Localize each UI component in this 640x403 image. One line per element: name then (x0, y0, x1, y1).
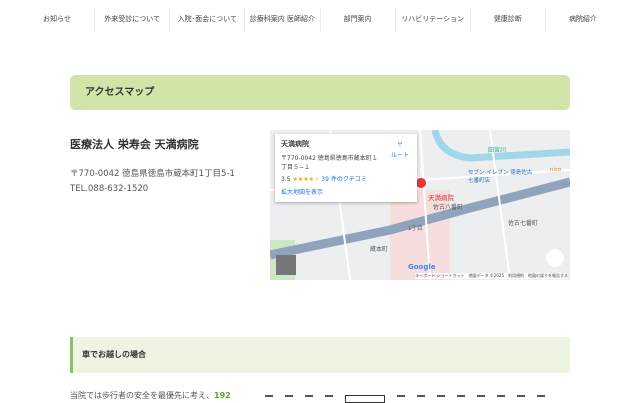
text: 当院では歩行者の安全を最優先に考え、 (70, 391, 214, 400)
google-logo: Google (408, 263, 436, 271)
place-address: 〒770-0042 徳島県徳島市蔵本町１丁目５−１ (281, 155, 378, 171)
nav-outpatient[interactable]: 外来受診について (94, 8, 169, 32)
road-diagram (265, 395, 545, 403)
nav-about[interactable]: 病院紹介 (544, 8, 620, 32)
nav-rehab[interactable]: リハビリテーション (394, 8, 470, 32)
nav-checkup[interactable]: 健康診断 (469, 8, 545, 32)
route-label: ルート (390, 152, 409, 159)
map-label: 佐古八番町 (433, 204, 464, 211)
directions-icon: ⑂ (397, 140, 403, 150)
car-access-text: 当院では歩行者の安全を最優先に考え、192 (70, 390, 231, 401)
map-label: 佐古七番町 (508, 220, 539, 227)
address: 〒770-0042 徳島県徳島市蔵本町1丁目5-1 (70, 169, 235, 179)
route-number: 192 (214, 391, 231, 400)
org-name: 医療法人 栄寿会 天満病院 (70, 138, 199, 151)
place-card: 天満病院 〒770-0042 徳島県徳島市蔵本町１丁目５−１ 3.5 ★★★★☆… (275, 134, 417, 202)
map-label: 田宮川 (488, 147, 507, 154)
nav-divisions[interactable]: 部門案内 (319, 8, 395, 32)
pin-label: 天満病院 (428, 194, 454, 202)
nav-news[interactable]: お知らせ (20, 8, 94, 32)
rating: 3.5 (281, 176, 291, 183)
nav-inpatient[interactable]: 入院･面会について (169, 8, 244, 32)
map-label: セブン-イレブン 徳島佐古七番町店 (468, 170, 533, 184)
stars: ★★★★☆ (292, 176, 320, 183)
route-button[interactable]: ⑂ ルート (391, 140, 409, 159)
phone: TEL.088-632-1520 (70, 184, 149, 194)
map-footer[interactable]: キーボード ショートカット 地図データ ©2025 利用規約 地図の誤りを報告す… (415, 273, 568, 279)
map-label: 1丁目 (408, 226, 423, 232)
map-label: nico (550, 167, 562, 173)
nav-departments[interactable]: 診療科案内 医師紹介 (244, 8, 319, 32)
reviews-link[interactable]: 39 件のクチコミ (321, 176, 367, 183)
google-map[interactable]: 天満病院 田宮川 セブン-イレブン 徳島佐古七番町店 佐古八番町 佐古七番町 蔵… (270, 130, 570, 280)
map-label: 蔵本町 (370, 246, 389, 253)
enlarge-map-link[interactable]: 拡大地図を表示 (281, 187, 411, 196)
car-access-heading: 車でお越しの場合 (70, 337, 570, 373)
access-map-heading: アクセスマップ (70, 75, 570, 110)
global-nav: お知らせ 外来受診について 入院･面会について 診療科案内 医師紹介 部門案内 … (20, 8, 620, 32)
